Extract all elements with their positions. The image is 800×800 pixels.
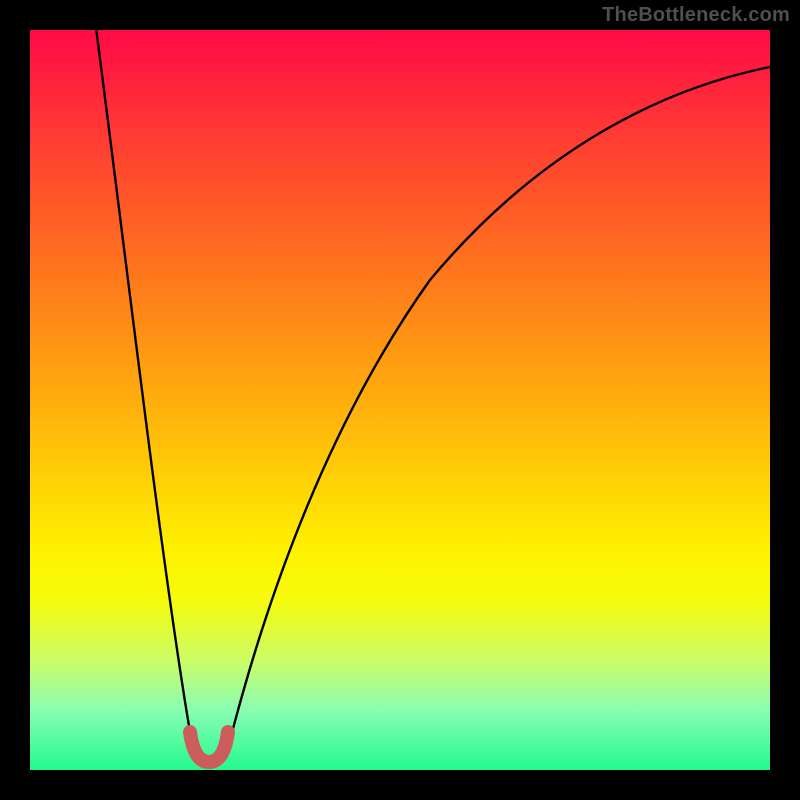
well-highlight (190, 732, 228, 762)
chart-svg (30, 30, 770, 770)
bottleneck-curve (95, 30, 770, 765)
chart-plot-area (30, 30, 770, 770)
watermark-text: TheBottleneck.com (602, 4, 790, 27)
chart-frame: TheBottleneck.com (0, 0, 800, 800)
